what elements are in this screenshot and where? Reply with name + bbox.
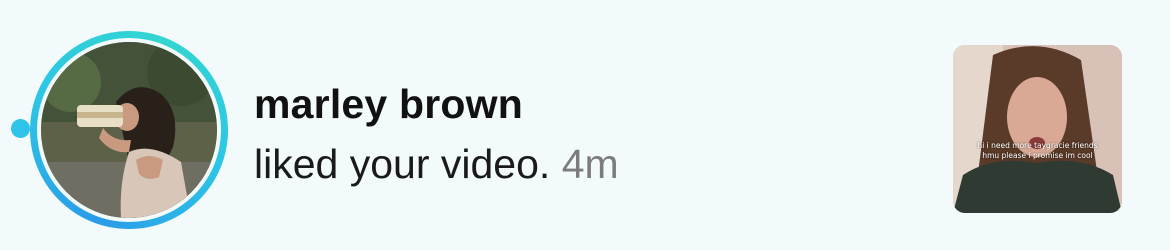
user-avatar-photo-icon: [41, 42, 217, 218]
video-caption: hi i need more taygracie friends hmu ple…: [977, 141, 1098, 160]
video-thumbnail-image-icon: [953, 45, 1122, 213]
activity-text: liked your video.: [254, 141, 551, 187]
avatar[interactable]: [41, 42, 217, 218]
activity-line: liked your video. 4m: [254, 138, 619, 190]
notification-text: marley brown liked your video. 4m: [254, 78, 619, 190]
avatar-story-ring[interactable]: [30, 31, 228, 229]
video-thumbnail[interactable]: hi i need more taygracie friends hmu ple…: [953, 45, 1122, 213]
username[interactable]: marley brown: [254, 78, 619, 130]
unread-indicator-dot: [11, 119, 30, 138]
timestamp: 4m: [561, 141, 619, 187]
notification-row[interactable]: marley brown liked your video. 4m hi i n…: [0, 0, 1170, 250]
